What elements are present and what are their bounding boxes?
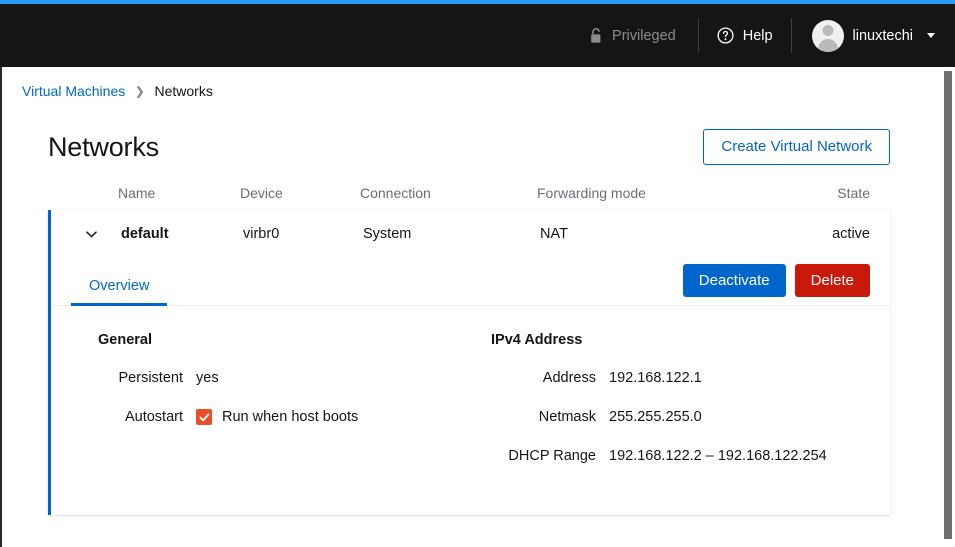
table-row[interactable]: default virbr0 System NAT active — [51, 210, 890, 258]
autostart-checkbox-label: Run when host boots — [222, 409, 359, 425]
detail-tabs-bar: Overview Deactivate Delete — [51, 258, 890, 306]
page-header: Networks Create Virtual Network — [2, 99, 941, 165]
dhcp-range-label: DHCP Range — [508, 448, 596, 464]
app-window: Privileged Help linuxtechi Virtual Machi… — [0, 0, 955, 547]
user-name-label: linuxtechi — [852, 27, 913, 44]
check-icon — [199, 413, 209, 421]
dhcp-range-value: 192.168.122.2 – 192.168.122.254 — [609, 448, 827, 464]
autostart-checkbox[interactable] — [196, 409, 212, 425]
persistent-label: Persistent — [118, 370, 183, 386]
general-section: General Persistent yes Autostart Run whe… — [71, 332, 491, 487]
row-cell-name: default — [121, 226, 169, 242]
table-header-name: Name — [118, 185, 156, 201]
networks-table: Name Device Connection Forwarding mode S… — [2, 185, 941, 515]
row-expand-toggle[interactable] — [71, 219, 111, 249]
main-content: Virtual Machines ❯ Networks Networks Cre… — [2, 67, 941, 547]
ipv4-item-dhcp-range: DHCP Range 192.168.122.2 – 192.168.122.2… — [491, 448, 870, 464]
general-heading: General — [98, 332, 152, 348]
ipv4-heading: IPv4 Address — [491, 332, 583, 348]
general-item-persistent: Persistent yes — [71, 370, 491, 386]
breadcrumb: Virtual Machines ❯ Networks — [2, 67, 941, 99]
breadcrumb-item-virtual-machines[interactable]: Virtual Machines — [22, 83, 125, 99]
masthead: Privileged Help linuxtechi — [0, 4, 955, 67]
address-value: 192.168.122.1 — [609, 370, 702, 386]
autostart-label: Autostart — [124, 409, 183, 425]
netmask-label: Netmask — [538, 409, 596, 425]
table-header-forwarding-mode: Forwarding mode — [537, 185, 646, 201]
user-menu[interactable]: linuxtechi — [792, 4, 955, 67]
help-label: Help — [742, 27, 773, 44]
breadcrumb-item-networks: Networks — [154, 83, 213, 99]
address-label: Address — [542, 370, 596, 386]
netmask-value: 255.255.255.0 — [609, 409, 702, 425]
deactivate-button[interactable]: Deactivate — [682, 264, 786, 297]
row-cell-state: active — [832, 226, 870, 242]
privileged-label: Privileged — [612, 27, 676, 44]
detail-actions: Deactivate Delete — [682, 264, 870, 305]
table-header-state: State — [837, 185, 870, 201]
chevron-down-icon — [85, 230, 97, 237]
general-item-autostart: Autostart Run when host boots — [71, 409, 491, 425]
tab-overview[interactable]: Overview — [71, 278, 168, 306]
row-toggle-cell — [71, 219, 121, 249]
ipv4-section: IPv4 Address Address 192.168.122.1 Netma… — [491, 332, 870, 487]
page-title: Networks — [48, 131, 159, 162]
ipv4-item-netmask: Netmask 255.255.255.0 — [491, 409, 870, 425]
caret-down-icon — [927, 33, 935, 38]
help-button[interactable]: Help — [699, 4, 791, 67]
unlock-icon — [590, 27, 603, 44]
persistent-value: yes — [196, 370, 219, 386]
help-circle-icon — [717, 27, 734, 44]
row-cell-forwarding-mode: NAT — [540, 226, 568, 242]
table-header-device: Device — [240, 185, 283, 201]
detail-tabs: Overview — [71, 258, 168, 306]
page-scrollbar[interactable] — [941, 67, 955, 547]
avatar-icon — [811, 19, 844, 52]
privileged-indicator[interactable]: Privileged — [572, 4, 698, 67]
row-cell-connection: System — [363, 226, 412, 242]
table-header-row: Name Device Connection Forwarding mode S… — [48, 185, 890, 210]
create-virtual-network-button[interactable]: Create Virtual Network — [703, 129, 890, 165]
table-header-connection: Connection — [360, 185, 431, 201]
page-scrollbar-thumb[interactable] — [944, 71, 952, 539]
chevron-right-icon: ❯ — [135, 85, 145, 98]
delete-button[interactable]: Delete — [794, 264, 870, 297]
autostart-value: Run when host boots — [196, 409, 491, 425]
network-card-default: default virbr0 System NAT active Overvie… — [48, 210, 890, 515]
ipv4-item-address: Address 192.168.122.1 — [491, 370, 870, 386]
detail-panel: General Persistent yes Autostart Run whe… — [51, 306, 890, 515]
row-cell-device: virbr0 — [243, 226, 280, 242]
